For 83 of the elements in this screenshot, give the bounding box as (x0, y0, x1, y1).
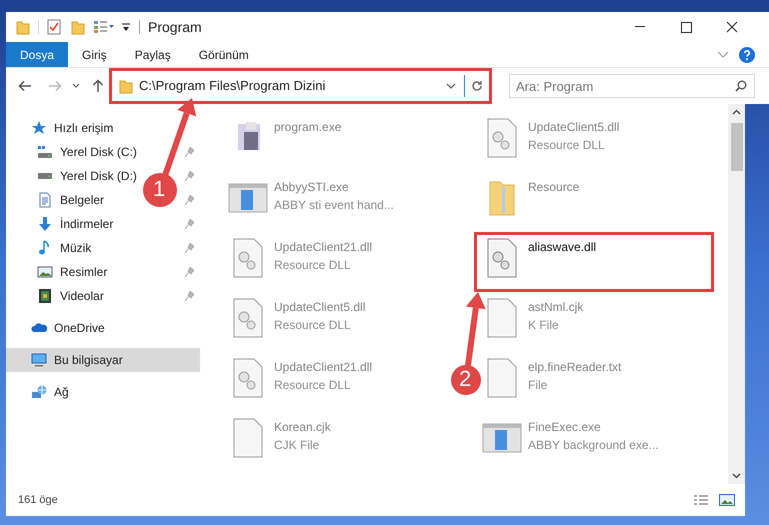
file-name[interactable]: program.exe (274, 118, 342, 136)
file-type: Resource DLL (274, 377, 352, 394)
pin-icon[interactable] (185, 291, 194, 301)
file-highlight-box[interactable]: aliaswave.dll (474, 232, 714, 292)
details-view-icon[interactable] (693, 494, 709, 506)
maximize-icon (680, 22, 692, 32)
file-name[interactable]: UpdateClient21.dll (274, 238, 372, 256)
file-name[interactable]: aliaswave.dll (528, 238, 596, 256)
ribbon-tab[interactable]: Dosya (6, 42, 68, 67)
nav-item-label[interactable]: OneDrive (54, 319, 105, 337)
file-type: File (528, 377, 548, 394)
nav-item-label[interactable]: Belgeler (60, 191, 104, 209)
pin-icon[interactable] (185, 171, 194, 181)
dropdown-icon[interactable] (121, 22, 131, 32)
scroll-thumb[interactable] (730, 123, 742, 171)
callout-badge (451, 365, 481, 395)
chevron-down-icon[interactable] (72, 83, 80, 89)
download-arrow-icon (37, 216, 53, 232)
pin-icon[interactable] (185, 219, 194, 229)
document-icon (37, 192, 53, 208)
file-type: Resource DLL (274, 317, 352, 334)
picture-icon (37, 264, 53, 280)
file-name[interactable]: elp.fineReader.txt (528, 358, 622, 376)
nav-item[interactable]: Bu bilgisayar (6, 348, 200, 372)
search-field[interactable]: Ara: Program (509, 74, 755, 98)
scroll-down-icon[interactable] (732, 473, 741, 479)
drive-icon (37, 172, 53, 180)
scrollbar[interactable] (728, 104, 745, 484)
refresh-icon[interactable] (471, 80, 483, 92)
checklist-icon[interactable] (47, 19, 61, 35)
nav-item-label[interactable]: Hızlı erişim (54, 119, 114, 137)
nav-item-label[interactable]: Yerel Disk (C:) (60, 143, 137, 161)
folder-icon[interactable] (71, 19, 85, 35)
file-type: K File (528, 317, 560, 334)
file-type: CJK File (274, 437, 320, 454)
close-icon (726, 21, 738, 33)
file-type: ABBY sti event hand... (274, 197, 394, 214)
folder-icon (118, 78, 134, 94)
drive-icon (37, 144, 53, 160)
nav-item-label[interactable]: Videolar (60, 287, 104, 305)
item-count: 161 öge (18, 492, 58, 508)
file-name[interactable]: FineExec.exe (528, 418, 659, 436)
file-name[interactable]: astNml.cjk (528, 298, 584, 316)
minimize-icon (635, 26, 645, 28)
monitor-icon (31, 352, 47, 368)
file-name[interactable]: AbbyySTI.exe (274, 178, 394, 196)
properties-icon[interactable] (93, 20, 115, 34)
file-type: Resource DLL (528, 137, 606, 154)
help-icon[interactable] (739, 46, 755, 62)
pin-icon[interactable] (185, 147, 194, 157)
file-name[interactable]: Korean.cjk (274, 418, 331, 436)
pin-icon[interactable] (185, 243, 194, 253)
address-path: C:\Program Files\Program Dizini (139, 77, 326, 96)
scroll-up-icon[interactable] (732, 109, 741, 115)
file-name[interactable]: UpdateClient5.dll (528, 118, 620, 136)
nav-item-label[interactable]: İndirmeler (60, 215, 114, 233)
pin-icon[interactable] (185, 195, 194, 205)
search-icon (735, 80, 747, 92)
up-arrow-icon[interactable] (92, 79, 104, 93)
ribbon-tab[interactable]: Görünüm (184, 42, 263, 67)
back-arrow-icon[interactable] (18, 80, 32, 92)
callout-number: 2 (459, 368, 472, 390)
nav-item-label[interactable]: Ağ (54, 383, 69, 401)
nav-item-label[interactable]: Müzik (60, 239, 92, 257)
large-icons-view-icon[interactable] (719, 494, 735, 506)
callout-number: 1 (153, 178, 166, 200)
pin-icon[interactable] (185, 267, 194, 277)
file-name[interactable]: UpdateClient5.dll (274, 298, 366, 316)
film-icon (37, 288, 53, 304)
ribbon-tab[interactable]: Paylaş (120, 42, 185, 67)
nav-item-label[interactable]: Resimler (60, 263, 108, 281)
network-icon (31, 384, 47, 400)
file-name[interactable]: Resource (528, 178, 580, 196)
star-icon (31, 120, 47, 136)
callout-badge (143, 173, 177, 207)
file-type: Resource DLL (274, 257, 352, 274)
chevron-down-icon[interactable] (446, 83, 456, 89)
folder-icon[interactable] (16, 19, 30, 35)
file-type: ABBY background exe... (528, 437, 659, 454)
nav-item-label[interactable]: Yerel Disk (D:) (60, 167, 137, 185)
window-title: Program (148, 18, 202, 37)
ribbon-tab[interactable]: Giriş (68, 42, 121, 67)
file-name[interactable]: UpdateClient21.dll (274, 358, 372, 376)
